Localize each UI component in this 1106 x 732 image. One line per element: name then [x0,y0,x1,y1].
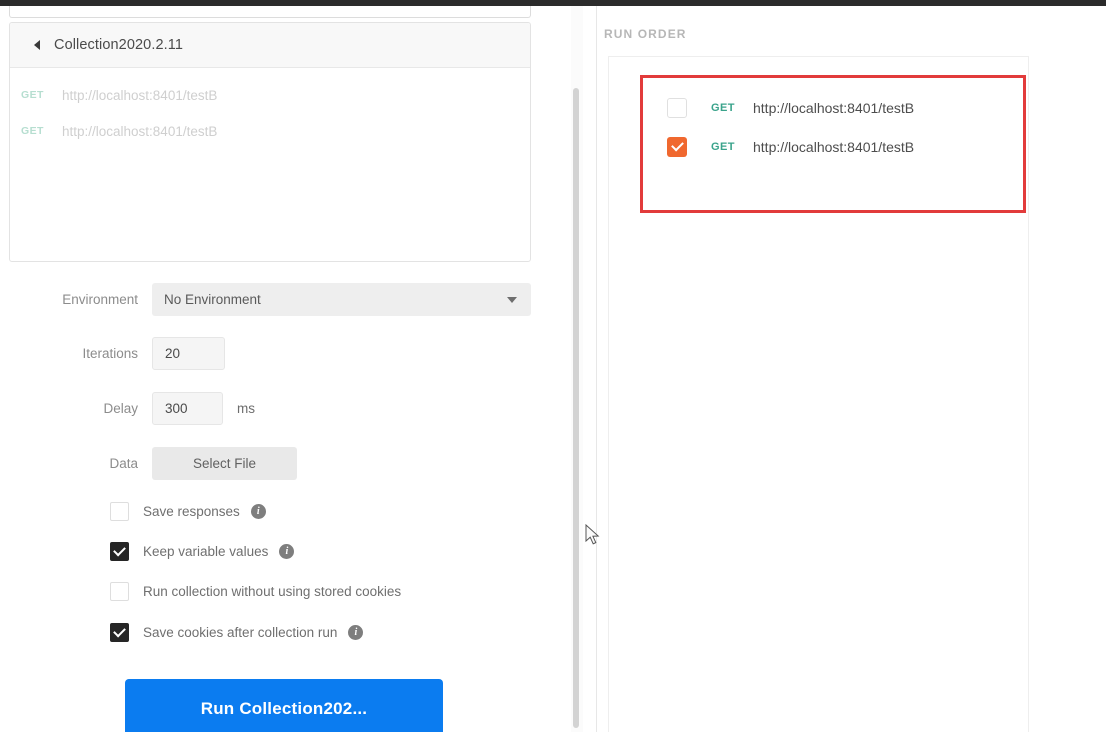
run-order-pane: RUN ORDER GET http://localhost:8401/test… [597,6,1106,732]
search-input[interactable] [9,6,531,18]
list-item[interactable]: GET http://localhost:8401/testB [10,113,530,149]
environment-row: Environment No Environment [20,283,531,316]
option-keep-variable-values[interactable]: Keep variable values i [110,542,295,561]
iterations-label: Iterations [82,346,138,361]
checkbox-run-item-1[interactable] [667,97,687,118]
table-row[interactable]: GET http://localhost:8401/testB [643,127,1023,166]
vertical-scrollbar[interactable] [571,6,583,732]
run-collection-button[interactable]: Run Collection202... [125,679,443,732]
option-label: Save responses [143,504,240,519]
option-run-without-cookies[interactable]: Run collection without using stored cook… [110,582,401,601]
delay-unit: ms [237,401,255,416]
iterations-value: 20 [165,346,181,361]
delay-row: Delay 300 ms [20,392,255,425]
annotation-highlight-box: GET http://localhost:8401/testB GET http… [640,75,1026,213]
request-url: http://localhost:8401/testB [62,87,218,103]
request-method: GET [21,89,44,101]
delay-value: 300 [165,401,188,416]
delay-label: Delay [103,401,138,416]
info-icon[interactable]: i [279,544,295,559]
request-url: http://localhost:8401/testB [753,99,915,116]
run-collection-label: Run Collection202... [200,698,368,718]
select-file-button[interactable]: Select File [152,447,297,480]
select-file-label: Select File [192,456,257,471]
environment-select[interactable]: No Environment [152,283,531,316]
request-url: http://localhost:8401/testB [753,138,915,155]
option-save-responses[interactable]: Save responses i [110,502,266,521]
collection-runner-window: Collection2020.2.11 GET http://localhost… [0,0,1106,732]
request-method: GET [711,101,735,114]
run-order-list-panel: GET http://localhost:8401/testB GET http… [608,56,1029,732]
option-label: Keep variable values [143,544,269,559]
option-label: Save cookies after collection run [143,625,338,640]
info-icon[interactable]: i [250,504,266,519]
environment-label: Environment [62,292,138,307]
option-save-cookies[interactable]: Save cookies after collection run i [110,623,364,642]
request-method: GET [21,125,44,137]
info-icon[interactable]: i [348,625,364,640]
list-item[interactable]: GET http://localhost:8401/testB [10,77,530,113]
runner-config-pane: Collection2020.2.11 GET http://localhost… [0,6,572,732]
iterations-row: Iterations 20 [20,337,225,370]
environment-value: No Environment [164,292,261,307]
option-label: Run collection without using stored cook… [143,584,402,599]
chevron-down-icon[interactable] [507,296,517,303]
request-url: http://localhost:8401/testB [62,123,218,139]
collection-title: Collection2020.2.11 [54,37,184,53]
data-row: Data Select File [20,447,297,480]
caret-left-icon[interactable] [30,38,44,52]
delay-input[interactable]: 300 [152,392,223,425]
collection-request-list-box: Collection2020.2.11 GET http://localhost… [9,22,531,262]
mouse-cursor [585,523,601,546]
scrollbar-thumb[interactable] [573,88,579,728]
checkbox-save-responses[interactable] [110,502,129,521]
collection-header[interactable]: Collection2020.2.11 [10,23,530,68]
request-method: GET [711,140,735,153]
collection-request-list: GET http://localhost:8401/testB GET http… [10,68,530,149]
checkbox-save-cookies[interactable] [110,623,129,642]
data-label: Data [109,456,138,471]
run-order-heading: RUN ORDER [604,27,687,41]
iterations-input[interactable]: 20 [152,337,225,370]
table-row[interactable]: GET http://localhost:8401/testB [643,88,1023,127]
checkbox-run-without-cookies[interactable] [110,582,129,601]
checkbox-run-item-2[interactable] [667,136,687,157]
checkbox-keep-variable-values[interactable] [110,542,129,561]
